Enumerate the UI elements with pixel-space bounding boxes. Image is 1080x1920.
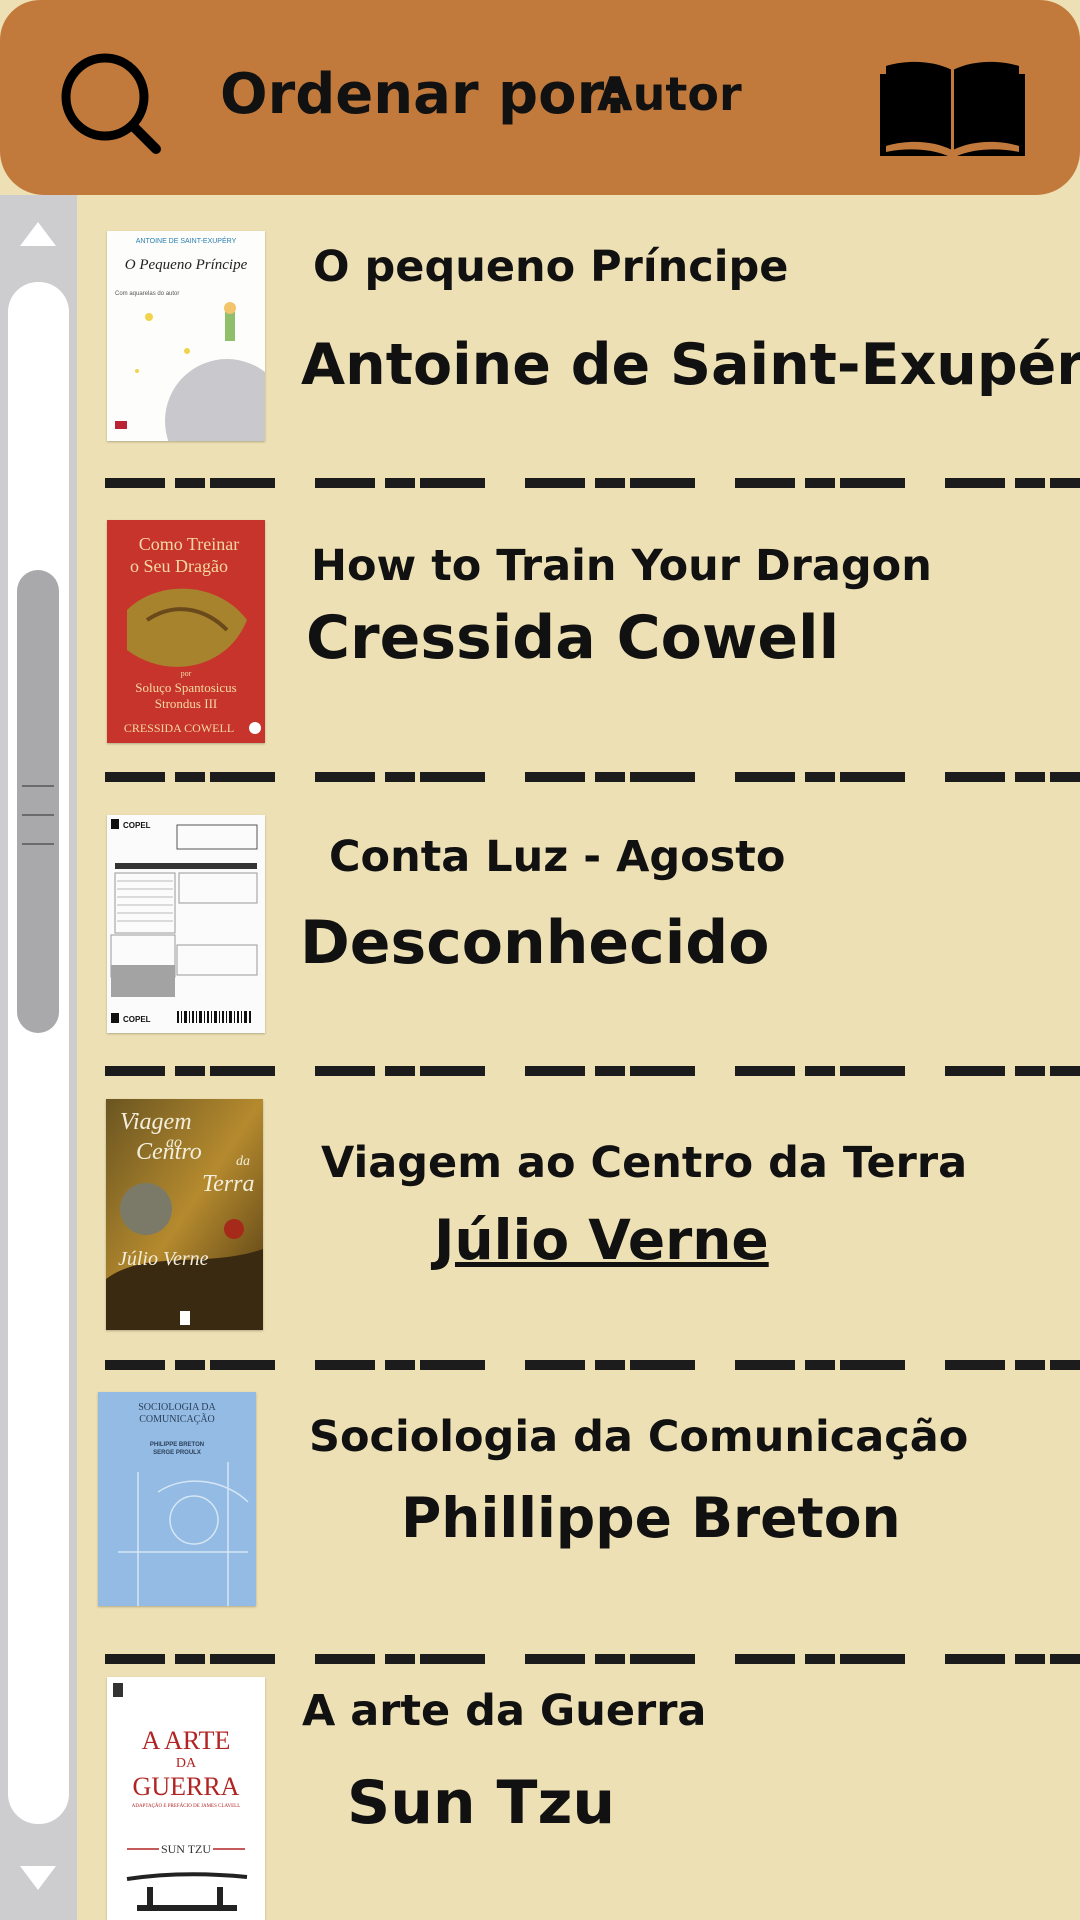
svg-text:COPEL: COPEL: [123, 1015, 151, 1024]
grip-line: [22, 814, 54, 816]
open-book-icon[interactable]: [880, 56, 1025, 160]
scrollbar-thumb[interactable]: [17, 570, 59, 1033]
book-title: O pequeno Príncipe: [313, 242, 789, 292]
svg-text:Com aquarelas do autor: Com aquarelas do autor: [115, 291, 179, 297]
book-title: Conta Luz - Agosto: [329, 832, 786, 882]
svg-text:o Seu Dragão: o Seu Dragão: [130, 556, 228, 576]
svg-text:A ARTE: A ARTE: [142, 1726, 231, 1755]
dashed-divider: [105, 1066, 1080, 1076]
svg-text:ANTOINE DE SAINT-EXUPÉRY: ANTOINE DE SAINT-EXUPÉRY: [136, 236, 237, 245]
svg-text:SUN TZU: SUN TZU: [161, 1842, 211, 1856]
book-cover: ANTOINE DE SAINT-EXUPÉRY O Pequeno Prínc…: [107, 231, 265, 441]
book-author: Sun Tzu: [347, 1768, 616, 1838]
svg-text:Júlio Verne: Júlio Verne: [118, 1248, 209, 1270]
book-title: A arte da Guerra: [302, 1686, 707, 1736]
svg-text:CRESSIDA COWELL: CRESSIDA COWELL: [124, 721, 234, 735]
svg-text:Terra: Terra: [202, 1171, 254, 1197]
list-item[interactable]: A ARTE DA GUERRA ADAPTAÇÃO E PREFÁCIO DE…: [77, 1667, 1080, 1920]
book-author: Antoine de Saint-Exupéry: [301, 332, 1080, 398]
list-item[interactable]: SOCIOLOGIA DA COMUNICAÇÃO PHILIPPE BRETO…: [77, 1373, 1080, 1653]
book-cover: COPEL COPEL: [107, 815, 265, 1033]
sort-selector[interactable]: Autor: [597, 62, 742, 126]
list-item[interactable]: COPEL COPEL Conta Luz - Agosto Desconhec…: [77, 785, 1080, 1065]
book-title: Sociologia da Comunicação: [309, 1412, 969, 1462]
book-author: Desconhecido: [300, 908, 770, 978]
app-header: Ordenar por: Autor: [0, 0, 1080, 195]
svg-text:Viagem: Viagem: [120, 1109, 192, 1135]
svg-text:ADAPTAÇÃO E PREFÁCIO DE JAMES: ADAPTAÇÃO E PREFÁCIO DE JAMES CLAVELL: [132, 1803, 241, 1809]
dashed-divider: [105, 478, 1080, 488]
svg-text:DA: DA: [176, 1756, 197, 1771]
svg-text:Strondus III: Strondus III: [155, 696, 217, 711]
list-item[interactable]: ANTOINE DE SAINT-EXUPÉRY O Pequeno Prínc…: [77, 195, 1080, 475]
book-author: Cressida Cowell: [306, 603, 840, 673]
book-cover: Viagem ao Centro da Terra Júlio Verne: [106, 1099, 263, 1330]
grip-line: [22, 785, 54, 787]
dashed-divider: [105, 772, 1080, 782]
svg-text:Centro: Centro: [136, 1139, 202, 1165]
book-author-link[interactable]: Júlio Verne: [434, 1205, 769, 1275]
svg-text:COMUNICAÇÃO: COMUNICAÇÃO: [139, 1413, 215, 1425]
arrow-up-icon[interactable]: [20, 222, 56, 246]
sort-label: Ordenar por:: [220, 62, 627, 127]
svg-text:por: por: [181, 669, 192, 678]
list-item[interactable]: Como Treinar o Seu Dragão por Soluço Spa…: [77, 490, 1080, 770]
book-cover: SOCIOLOGIA DA COMUNICAÇÃO PHILIPPE BRETO…: [98, 1392, 256, 1606]
svg-text:GUERRA: GUERRA: [133, 1772, 240, 1801]
svg-text:Soluço Spantosicus: Soluço Spantosicus: [135, 680, 236, 695]
book-cover: Como Treinar o Seu Dragão por Soluço Spa…: [107, 520, 265, 743]
book-author: Phillippe Breton: [401, 1486, 901, 1550]
book-cover: A ARTE DA GUERRA ADAPTAÇÃO E PREFÁCIO DE…: [107, 1677, 265, 1920]
dashed-divider: [105, 1360, 1080, 1370]
svg-text:PHILIPPE BRETON: PHILIPPE BRETON: [150, 1442, 204, 1448]
arrow-down-icon[interactable]: [20, 1866, 56, 1890]
dashed-divider: [105, 1654, 1080, 1664]
svg-text:O Pequeno Príncipe: O Pequeno Príncipe: [125, 257, 248, 273]
search-icon[interactable]: [50, 45, 170, 165]
svg-text:da: da: [236, 1154, 250, 1169]
scrollbar-rail[interactable]: [8, 282, 69, 1824]
svg-text:COPEL: COPEL: [123, 821, 151, 830]
book-title: How to Train Your Dragon: [311, 541, 932, 591]
svg-text:SOCIOLOGIA DA: SOCIOLOGIA DA: [138, 1402, 216, 1413]
grip-line: [22, 843, 54, 845]
book-title: Viagem ao Centro da Terra: [321, 1138, 968, 1188]
list-item[interactable]: Viagem ao Centro da Terra Júlio Verne Vi…: [77, 1079, 1080, 1359]
book-list: ANTOINE DE SAINT-EXUPÉRY O Pequeno Prínc…: [77, 195, 1080, 1920]
svg-text:Como Treinar: Como Treinar: [139, 534, 240, 554]
svg-text:SERGE PROULX: SERGE PROULX: [153, 1450, 201, 1456]
